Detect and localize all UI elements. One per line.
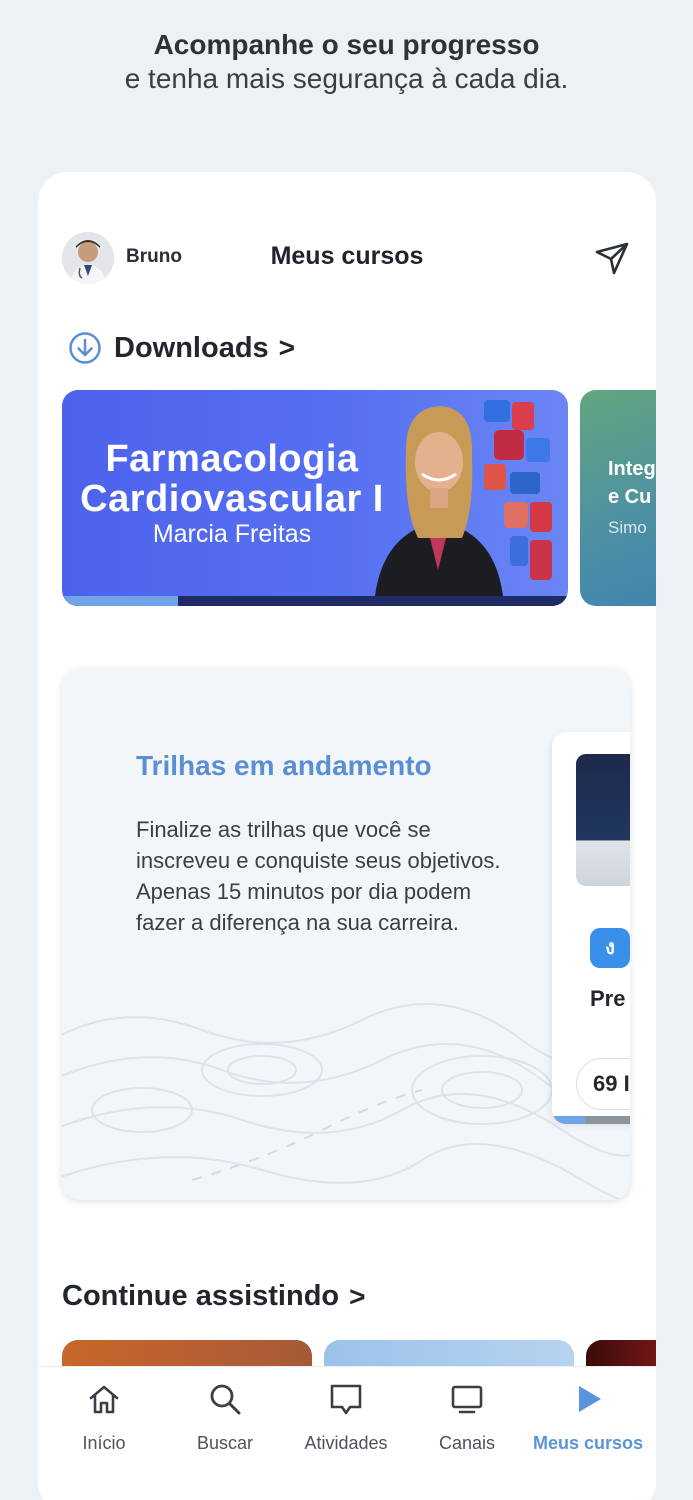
video-thumbnail[interactable] <box>586 1340 656 1366</box>
continue-watching-label: Continue assistindo <box>62 1280 340 1312</box>
trails-panel: Trilhas em andamento Finalize as trilhas… <box>62 668 630 1200</box>
continue-watching-link[interactable]: Continue assistindo > <box>62 1280 366 1313</box>
phone-screen: Bruno Meus cursos Downloads > Farmacolog… <box>38 172 656 1500</box>
course-title-line2: e Cu <box>608 486 652 508</box>
downloads-link[interactable]: Downloads > <box>68 328 295 368</box>
download-circle-icon <box>68 331 102 365</box>
trails-title: Trilhas em andamento <box>136 750 432 781</box>
search-icon <box>210 1384 241 1415</box>
promo-title: Acompanhe o seu progresso <box>153 29 540 60</box>
tab-label: Meus cursos <box>532 1433 644 1453</box>
bottom-tab-bar: Início Buscar Atividades Canais Meus cur… <box>38 1366 656 1500</box>
trail-badge-icon: ง <box>590 928 630 968</box>
tab-buscar[interactable]: Buscar <box>165 1381 285 1454</box>
tab-label: Canais <box>438 1433 496 1453</box>
app-header: Bruno Meus cursos <box>62 230 632 286</box>
course-card[interactable]: Farmacologia Cardiovascular I Marcia Fre… <box>62 390 568 606</box>
trail-count: 69 I <box>576 1058 630 1110</box>
course-title-line1: Integ <box>608 458 656 480</box>
tab-label: Buscar <box>196 1433 254 1453</box>
home-icon <box>89 1385 119 1414</box>
topographic-pattern <box>62 1003 630 1200</box>
trail-progress-fill <box>552 1116 585 1124</box>
course-card[interactable]: Integ e Cu Simo <box>580 390 656 606</box>
continue-watching-row <box>62 1340 656 1366</box>
trail-name: Pre <box>590 986 626 1011</box>
promo-subtitle: e tenha mais segurança à cada dia. <box>124 63 569 94</box>
tab-label: Início <box>82 1433 126 1453</box>
instructor-photo <box>374 400 552 606</box>
course-progress-bar <box>62 596 568 606</box>
chat-bubble-icon <box>330 1384 362 1415</box>
tab-label: Atividades <box>304 1433 388 1453</box>
page-title: Meus cursos <box>270 242 424 270</box>
play-icon <box>579 1386 601 1412</box>
chevron-right-icon: > <box>278 332 296 363</box>
video-thumbnail[interactable] <box>62 1340 312 1366</box>
tv-icon <box>451 1385 483 1414</box>
tab-inicio[interactable]: Início <box>44 1381 164 1454</box>
trails-description: Finalize as trilhas que você se inscreve… <box>136 817 501 935</box>
promo-header: Acompanhe o seu progresso e tenha mais s… <box>0 28 693 96</box>
course-instructor: Simo <box>608 518 647 537</box>
tab-atividades[interactable]: Atividades <box>286 1381 406 1454</box>
tab-canais[interactable]: Canais <box>407 1381 527 1454</box>
trail-image <box>576 754 630 886</box>
downloads-label: Downloads <box>114 331 269 364</box>
tab-meus-cursos[interactable]: Meus cursos <box>528 1381 648 1454</box>
paper-plane-icon[interactable] <box>592 238 632 278</box>
chevron-right-icon: > <box>349 1280 366 1312</box>
video-thumbnail[interactable] <box>324 1340 574 1366</box>
trail-card[interactable]: ง Pre 69 I <box>552 732 630 1124</box>
trail-progress-bar <box>552 1116 630 1124</box>
course-progress-fill <box>62 596 179 606</box>
